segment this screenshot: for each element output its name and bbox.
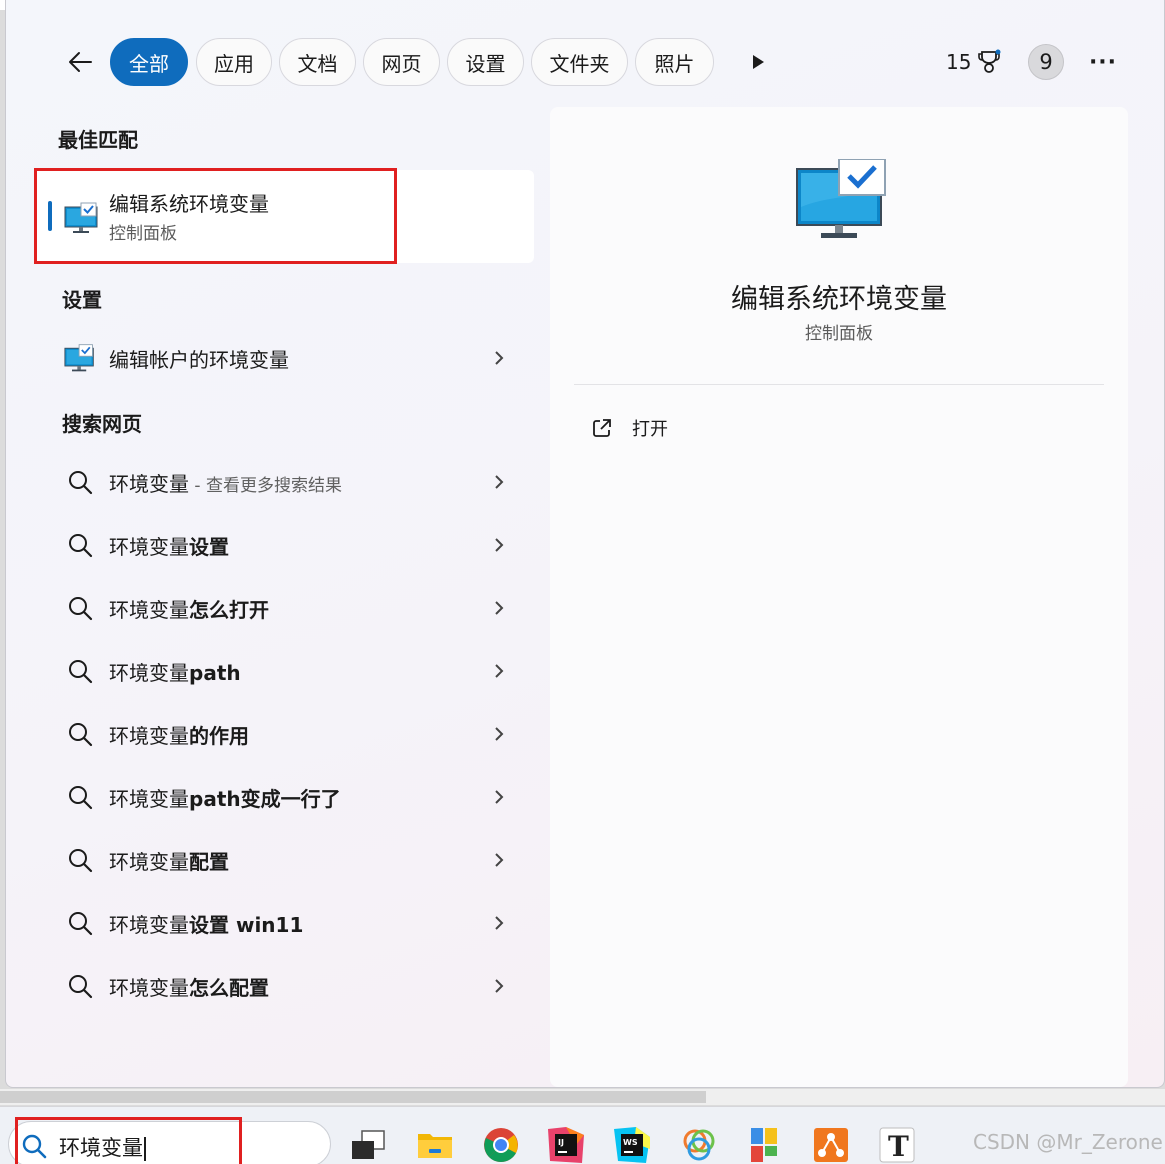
open-external-icon (593, 419, 611, 437)
web-result-suffix: 怎么打开 (189, 598, 269, 622)
search-icon (69, 723, 93, 747)
monitor-check-icon (64, 202, 98, 233)
back-button[interactable] (62, 44, 98, 80)
web-result-suffix: path (189, 661, 241, 685)
search-icon (69, 849, 93, 873)
red-highlight-box (15, 1117, 242, 1164)
web-result-item[interactable]: 环境变量path变成一行了 (46, 771, 526, 823)
web-result-query: 环境变量 (109, 598, 189, 622)
web-result-query: 环境变量 (109, 913, 189, 937)
chip-web[interactable]: 网页 (363, 38, 440, 86)
trophy-icon (978, 49, 1001, 73)
search-icon (69, 471, 93, 495)
web-search-heading: 搜索网页 (62, 412, 142, 436)
search-panel: 全部 应用 文档 网页 设置 文件夹 照片 15 9 ··· 最佳匹配 编辑系统… (5, 0, 1165, 1088)
more-filters-button[interactable] (746, 50, 770, 74)
monitor-check-icon (796, 158, 886, 238)
chip-photos[interactable]: 照片 (635, 38, 714, 86)
app-swirl-icon[interactable] (679, 1125, 719, 1164)
detail-pane: 编辑系统环境变量 控制面板 打开 (550, 107, 1128, 1087)
chevron-right-icon (495, 916, 504, 930)
chip-settings[interactable]: 设置 (447, 38, 524, 86)
web-result-item[interactable]: 环境变量怎么打开 (46, 582, 526, 634)
best-match-subtitle: 控制面板 (109, 224, 177, 244)
scrollbar-thumb[interactable] (0, 1091, 706, 1103)
web-result-item[interactable]: 环境变量path (46, 645, 526, 697)
typora-glyph: T (888, 1130, 909, 1163)
best-match-card[interactable]: 编辑系统环境变量 控制面板 (34, 170, 534, 263)
back-arrow-icon (69, 52, 92, 72)
web-result-item[interactable]: 环境变量设置 (46, 519, 526, 571)
web-result-suffix: 设置 win11 (189, 913, 304, 937)
detail-title: 编辑系统环境变量 (731, 284, 947, 315)
filter-bar: 全部 应用 文档 网页 设置 文件夹 照片 15 9 ··· (6, 38, 1165, 86)
best-match-heading: 最佳匹配 (58, 128, 138, 152)
settings-item-label: 编辑帐户的环境变量 (109, 348, 289, 372)
web-result-item[interactable]: 环境变量 - 查看更多搜索结果 (46, 456, 526, 508)
search-icon (69, 660, 93, 684)
web-result-query: 环境变量 (109, 976, 189, 1000)
open-button[interactable]: 打开 (590, 413, 668, 443)
search-icon (69, 597, 93, 621)
divider (574, 384, 1104, 385)
play-icon (753, 55, 764, 69)
settings-item[interactable]: 编辑帐户的环境变量 (46, 332, 526, 384)
chrome-icon[interactable] (481, 1125, 521, 1164)
monitor-check-icon (64, 344, 94, 372)
settings-heading: 设置 (62, 288, 102, 312)
chip-apps[interactable]: 应用 (196, 38, 272, 86)
points-value: 15 (946, 50, 972, 74)
web-result-suffix: 配置 (189, 850, 229, 874)
web-result-suffix: 的作用 (189, 724, 249, 748)
detail-subtitle: 控制面板 (805, 324, 873, 344)
account-avatar[interactable]: 9 (1028, 44, 1064, 80)
open-label: 打开 (632, 419, 668, 440)
task-view-icon[interactable] (348, 1125, 388, 1164)
web-result-query: 环境变量 (109, 850, 189, 874)
web-result-item[interactable]: 环境变量设置 win11 (46, 897, 526, 949)
best-match-title: 编辑系统环境变量 (109, 192, 269, 216)
web-result-item[interactable]: 环境变量配置 (46, 834, 526, 886)
chevron-right-icon (495, 351, 504, 365)
app-network-icon[interactable] (811, 1125, 851, 1164)
ij-glyph: IJ (558, 1138, 564, 1147)
web-result-suffix: path变成一行了 (189, 787, 341, 811)
chevron-right-icon (495, 475, 504, 489)
watermark: CSDN @Mr_Zerone (973, 1130, 1163, 1154)
chip-documents[interactable]: 文档 (279, 38, 356, 86)
web-result-item[interactable]: 环境变量的作用 (46, 708, 526, 760)
app-tiles-icon[interactable] (745, 1125, 785, 1164)
file-explorer-icon[interactable] (415, 1125, 455, 1164)
rewards-points[interactable]: 15 (946, 46, 1001, 78)
chevron-right-icon (495, 538, 504, 552)
chip-folders[interactable]: 文件夹 (531, 38, 628, 86)
web-result-item[interactable]: 环境变量怎么配置 (46, 960, 526, 1012)
chevron-right-icon (495, 979, 504, 993)
chevron-right-icon (495, 853, 504, 867)
intellij-idea-icon[interactable]: IJ (546, 1125, 586, 1164)
search-icon (69, 786, 93, 810)
web-result-query: 环境变量 (109, 724, 189, 748)
web-result-query: 环境变量 (109, 472, 189, 496)
web-result-query: 环境变量 (109, 661, 189, 685)
chevron-right-icon (495, 664, 504, 678)
ws-glyph: WS (623, 1138, 638, 1147)
search-icon (69, 912, 93, 936)
webstorm-icon[interactable]: WS (612, 1125, 652, 1164)
web-result-suffix: 怎么配置 (189, 976, 269, 1000)
more-options-button[interactable]: ··· (1088, 48, 1118, 76)
chevron-right-icon (495, 790, 504, 804)
search-icon (69, 534, 93, 558)
chevron-right-icon (495, 727, 504, 741)
web-result-suffix: 设置 (189, 535, 229, 559)
chip-all[interactable]: 全部 (110, 38, 188, 86)
web-result-query: 环境变量 (109, 535, 189, 559)
typora-icon[interactable]: T (877, 1125, 917, 1164)
web-result-hint: - 查看更多搜索结果 (189, 476, 342, 496)
selection-indicator (48, 201, 52, 231)
web-result-query: 环境变量 (109, 787, 189, 811)
search-icon (69, 975, 93, 999)
chevron-right-icon (495, 601, 504, 615)
